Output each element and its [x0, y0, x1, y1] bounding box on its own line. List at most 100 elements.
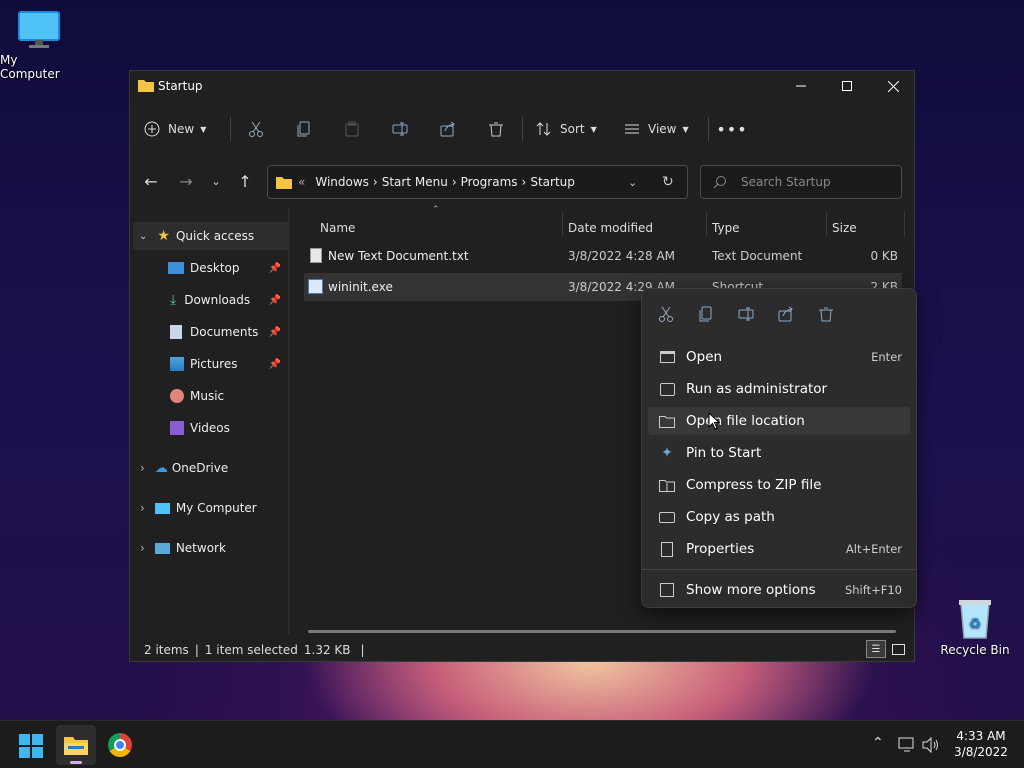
forward-button[interactable]: → — [175, 169, 197, 193]
file-type: Text Document — [712, 249, 803, 263]
nav-pictures[interactable]: Pictures 📌 — [130, 350, 287, 378]
menu-separator — [642, 569, 916, 570]
ctx-delete-button[interactable] — [812, 301, 840, 327]
search-box[interactable]: Search Startup — [700, 165, 902, 199]
start-button[interactable] — [18, 733, 44, 759]
details-view-button[interactable]: ☰ — [866, 640, 886, 658]
pin-icon: 📌 — [268, 358, 281, 370]
chevron-down-icon: ⌄ — [211, 174, 221, 188]
breadcrumb-startup[interactable]: Startup — [530, 175, 575, 189]
nav-my-computer[interactable]: › My Computer — [130, 494, 287, 522]
close-icon — [887, 80, 899, 92]
nav-videos[interactable]: Videos — [130, 414, 287, 442]
ctx-properties[interactable]: Properties Alt+Enter — [648, 535, 910, 563]
taskbar-file-explorer[interactable] — [56, 725, 96, 765]
nav-label: Downloads — [184, 293, 251, 307]
sort-label: Sort — [560, 122, 585, 136]
zip-folder-icon — [648, 479, 686, 492]
window-title: Startup — [158, 79, 203, 93]
address-dropdown-icon[interactable]: ⌄ — [628, 176, 637, 189]
ctx-open-file-location[interactable]: Open file location — [648, 407, 910, 435]
network-status-icon[interactable] — [898, 737, 916, 753]
arrow-up-icon: ↑ — [238, 171, 252, 191]
chevron-right-icon: › — [521, 175, 527, 189]
volume-icon[interactable] — [922, 737, 940, 753]
nav-music[interactable]: Music — [130, 382, 287, 410]
pin-icon: ✦ — [661, 445, 673, 461]
nav-desktop[interactable]: Desktop 📌 — [130, 254, 287, 282]
pane-divider[interactable] — [288, 209, 290, 634]
nav-label: Pictures — [190, 357, 238, 371]
large-icons-view-button[interactable] — [888, 640, 908, 658]
column-header-type[interactable]: Type — [712, 216, 822, 240]
address-bar[interactable]: « Windows › Start Menu › Programs › Startup… — [267, 165, 688, 199]
up-button[interactable]: ↑ — [234, 169, 256, 193]
chevron-down-icon: ▼ — [200, 124, 207, 134]
file-name: New Text Document.txt — [328, 249, 469, 263]
nav-network[interactable]: › Network — [130, 534, 287, 562]
mouse-cursor-icon — [708, 412, 720, 430]
nav-onedrive[interactable]: › ☁ OneDrive — [130, 454, 287, 482]
more-options-button[interactable]: ••• — [716, 115, 748, 143]
status-bar: 2 items | 1 item selected 1.32 KB | ☰ — [130, 638, 916, 662]
desktop-icon-recycle-bin[interactable]: ♻ Recycle Bin — [940, 596, 1010, 657]
minimize-button[interactable] — [778, 71, 824, 101]
ctx-pin-to-start[interactable]: ✦ Pin to Start — [648, 439, 910, 467]
ctx-cut-button[interactable] — [652, 301, 680, 327]
nav-downloads[interactable]: ⤓ Downloads 📌 — [130, 286, 287, 314]
ctx-share-button[interactable] — [772, 301, 800, 327]
music-icon — [170, 389, 184, 403]
delete-button[interactable] — [482, 115, 510, 143]
breadcrumb-windows[interactable]: Windows — [315, 175, 369, 189]
context-menu: Open Enter Run as administrator Open file… — [641, 288, 917, 608]
cut-button[interactable] — [242, 115, 270, 143]
column-header-name[interactable]: Name — [320, 216, 560, 240]
clipboard-icon — [345, 121, 359, 137]
scissors-icon — [659, 306, 673, 322]
new-button[interactable]: New ▼ — [144, 115, 214, 143]
copy-icon — [297, 121, 310, 137]
sort-icon — [536, 122, 551, 136]
ctx-copy-as-path[interactable]: Copy as path — [648, 503, 910, 531]
ctx-rename-button[interactable] — [732, 301, 760, 327]
horizontal-scrollbar[interactable] — [308, 630, 896, 633]
nav-quick-access[interactable]: ⌄ ★ Quick access — [133, 222, 290, 250]
copy-button[interactable] — [290, 115, 318, 143]
trash-icon — [489, 122, 503, 137]
share-icon — [778, 306, 793, 322]
clock[interactable]: 4:33 AM 3/8/2022 — [946, 728, 1016, 760]
file-row[interactable]: New Text Document.txt 3/8/2022 4:28 AM T… — [304, 242, 902, 270]
ctx-copy-button[interactable] — [692, 301, 720, 327]
desktop-icon-my-computer[interactable]: My Computer — [0, 10, 78, 81]
column-header-date[interactable]: Date modified — [568, 216, 708, 240]
chevron-up-icon[interactable]: ⌃ — [872, 735, 884, 751]
recent-locations-button[interactable]: ⌄ — [206, 169, 226, 193]
breadcrumb-start-menu[interactable]: Start Menu — [382, 175, 448, 189]
rename-icon — [392, 122, 408, 136]
ellipsis-icon: ••• — [716, 119, 748, 139]
refresh-icon[interactable]: ↻ — [662, 174, 674, 190]
ctx-show-more-options[interactable]: Show more options Shift+F10 — [648, 576, 910, 604]
share-button[interactable] — [434, 115, 462, 143]
rename-button[interactable] — [386, 115, 414, 143]
open-window-icon — [648, 351, 686, 363]
ctx-compress-zip[interactable]: Compress to ZIP file — [648, 471, 910, 499]
maximize-button[interactable] — [824, 71, 870, 101]
sort-ascending-icon: ⌃ — [432, 205, 440, 215]
title-bar[interactable]: Startup — [130, 71, 916, 101]
nav-label: Desktop — [190, 261, 240, 275]
breadcrumb-programs[interactable]: Programs — [461, 175, 518, 189]
back-button[interactable]: ← — [140, 169, 162, 193]
folder-outline-icon — [648, 415, 686, 428]
taskbar-chrome[interactable] — [108, 733, 132, 757]
close-button[interactable] — [870, 71, 916, 101]
taskbar: ⌃ 4:33 AM 3/8/2022 — [0, 720, 1024, 768]
ctx-run-as-admin[interactable]: Run as administrator — [648, 375, 910, 403]
overflow-crumbs[interactable]: « — [298, 175, 305, 189]
column-header-size[interactable]: Size — [832, 216, 902, 240]
view-button[interactable]: View ▼ — [624, 115, 692, 143]
sort-button[interactable]: Sort ▼ — [536, 115, 604, 143]
paste-button[interactable] — [338, 115, 366, 143]
ctx-open[interactable]: Open Enter — [648, 343, 910, 371]
nav-documents[interactable]: Documents 📌 — [130, 318, 287, 346]
